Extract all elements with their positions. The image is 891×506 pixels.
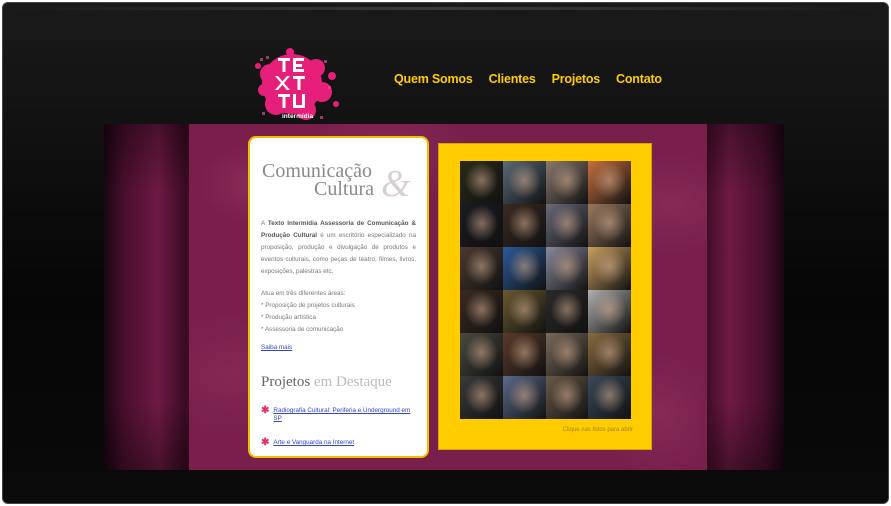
photo-thumbnail[interactable] xyxy=(545,204,589,247)
saiba-mais-link[interactable]: Saiba mais xyxy=(261,344,292,351)
project-item: ✱ Radiografia Cultural: Periferia e Unde… xyxy=(261,405,416,423)
asterisk-icon: ✱ xyxy=(261,405,270,416)
frame-gloss xyxy=(7,7,884,10)
photo-thumbnail[interactable] xyxy=(588,204,631,247)
project-link-arte-vanguarda[interactable]: Arte e Vanguarda na Internet xyxy=(273,439,354,447)
area-item: * Assessoria de comunicação xyxy=(261,326,344,333)
intro-headline: Comunicação Cultura & xyxy=(261,160,416,208)
photo-thumbnail[interactable] xyxy=(588,333,631,376)
projects-title: Projetos em Destaque xyxy=(261,374,416,391)
project-link-radiografia[interactable]: Radiografia Cultural: Periferia e Underg… xyxy=(273,407,416,423)
nav-projetos[interactable]: Projetos xyxy=(552,72,601,86)
nav-quem-somos[interactable]: Quem Somos xyxy=(394,72,473,86)
logo-subtitle: intermídia xyxy=(282,113,313,120)
site-logo[interactable]: intermídia xyxy=(250,46,342,128)
areas-intro: Atua em três diferentes áreas: xyxy=(261,290,346,297)
photo-thumbnail[interactable] xyxy=(460,333,503,376)
photo-thumbnail[interactable] xyxy=(502,290,546,333)
photo-thumbnail[interactable] xyxy=(502,247,546,290)
headline-word-2: Cultura xyxy=(314,178,374,200)
nav-clientes[interactable]: Clientes xyxy=(489,72,536,86)
photo-thumbnail[interactable] xyxy=(502,161,546,204)
projects-title-dark: Projetos xyxy=(261,374,311,390)
photo-caption: Clique nas fotos para abrir xyxy=(562,427,633,433)
photo-thumbnail[interactable] xyxy=(460,204,503,247)
photo-thumbnail[interactable] xyxy=(588,247,631,290)
nav-contato[interactable]: Contato xyxy=(616,72,662,86)
photo-thumbnail[interactable] xyxy=(460,161,503,204)
photo-thumbnail[interactable] xyxy=(460,376,503,419)
area-item: * Produção artística xyxy=(261,314,316,321)
logo-splash-icon: intermídia xyxy=(255,48,339,120)
photo-thumbnail[interactable] xyxy=(502,204,546,247)
main-nav: Quem Somos Clientes Projetos Contato xyxy=(394,72,662,86)
photo-thumbnail[interactable] xyxy=(502,376,546,419)
photo-thumbnail[interactable] xyxy=(545,161,589,204)
area-item: * Proposição de projetos culturais xyxy=(261,302,355,309)
photo-thumbnail[interactable] xyxy=(460,290,503,333)
photo-thumbnail[interactable] xyxy=(502,333,546,376)
asterisk-icon: ✱ xyxy=(261,437,270,448)
intro-panel: Comunicação Cultura & A Texto Intermídia… xyxy=(248,136,429,458)
photo-thumbnail[interactable] xyxy=(588,376,631,419)
photo-thumbnail[interactable] xyxy=(545,290,589,333)
photo-thumbnail[interactable] xyxy=(545,376,589,419)
areas-list: Atua em três diferentes áreas: * Proposi… xyxy=(261,288,416,336)
project-item: ✱ Arte e Vanguarda na Internet xyxy=(261,437,416,448)
intro-prefix: A xyxy=(261,220,268,227)
photo-thumbnail[interactable] xyxy=(460,247,503,290)
photo-thumbnail[interactable] xyxy=(545,333,589,376)
photo-thumbnail[interactable] xyxy=(588,161,631,204)
projects-title-light: em Destaque xyxy=(313,374,392,390)
photo-panel: Clique nas fotos para abrir xyxy=(438,143,652,450)
photo-grid xyxy=(460,161,631,419)
intro-paragraph: A Texto Intermídia Assessoria de Comunic… xyxy=(261,218,416,278)
photo-thumbnail[interactable] xyxy=(545,247,589,290)
photo-thumbnail[interactable] xyxy=(588,290,631,333)
headline-ampersand: & xyxy=(381,163,411,205)
